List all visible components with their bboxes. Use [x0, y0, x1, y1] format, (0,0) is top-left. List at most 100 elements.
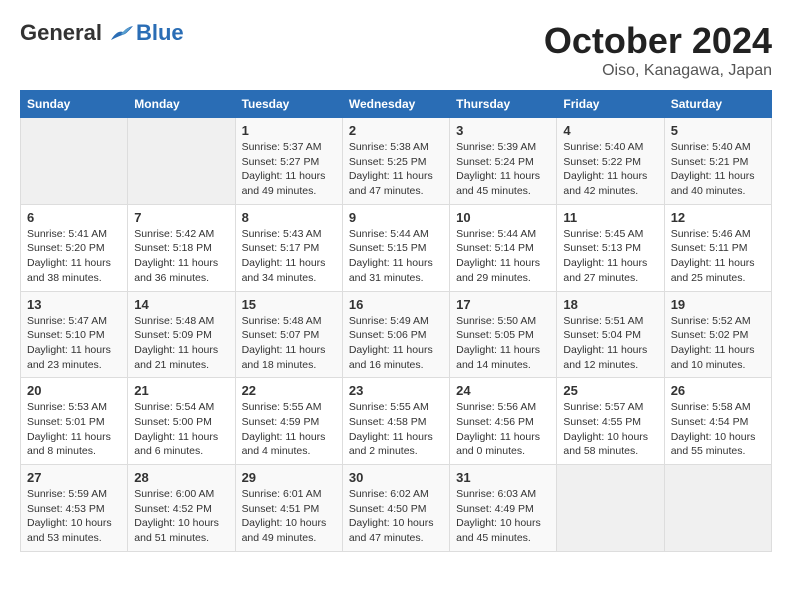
day-info: Sunrise: 5:48 AM Sunset: 5:09 PM Dayligh…	[134, 314, 228, 373]
day-info: Sunrise: 5:37 AM Sunset: 5:27 PM Dayligh…	[242, 140, 336, 199]
sunset-text: Sunset: 5:24 PM	[456, 155, 550, 170]
sunrise-text: Sunrise: 5:41 AM	[27, 227, 121, 242]
sunset-text: Sunset: 4:49 PM	[456, 502, 550, 517]
logo-text: General Blue	[20, 20, 184, 46]
day-number: 23	[349, 383, 443, 398]
calendar-cell: 9 Sunrise: 5:44 AM Sunset: 5:15 PM Dayli…	[342, 204, 449, 291]
calendar-cell: 29 Sunrise: 6:01 AM Sunset: 4:51 PM Dayl…	[235, 465, 342, 552]
daylight-text: Daylight: 11 hours and 10 minutes.	[671, 343, 765, 372]
sunrise-text: Sunrise: 6:00 AM	[134, 487, 228, 502]
logo: General Blue	[20, 20, 184, 46]
day-number: 4	[563, 123, 657, 138]
sunrise-text: Sunrise: 5:38 AM	[349, 140, 443, 155]
sunrise-text: Sunrise: 5:40 AM	[563, 140, 657, 155]
calendar-cell: 2 Sunrise: 5:38 AM Sunset: 5:25 PM Dayli…	[342, 118, 449, 205]
calendar-cell: 27 Sunrise: 5:59 AM Sunset: 4:53 PM Dayl…	[21, 465, 128, 552]
sunrise-text: Sunrise: 5:39 AM	[456, 140, 550, 155]
day-of-week-header: Tuesday	[235, 91, 342, 118]
sunset-text: Sunset: 5:00 PM	[134, 415, 228, 430]
day-number: 31	[456, 470, 550, 485]
day-info: Sunrise: 6:00 AM Sunset: 4:52 PM Dayligh…	[134, 487, 228, 546]
day-info: Sunrise: 5:55 AM Sunset: 4:59 PM Dayligh…	[242, 400, 336, 459]
daylight-text: Daylight: 11 hours and 42 minutes.	[563, 169, 657, 198]
daylight-text: Daylight: 11 hours and 14 minutes.	[456, 343, 550, 372]
calendar-cell: 19 Sunrise: 5:52 AM Sunset: 5:02 PM Dayl…	[664, 291, 771, 378]
day-info: Sunrise: 5:52 AM Sunset: 5:02 PM Dayligh…	[671, 314, 765, 373]
day-info: Sunrise: 5:43 AM Sunset: 5:17 PM Dayligh…	[242, 227, 336, 286]
sunset-text: Sunset: 5:25 PM	[349, 155, 443, 170]
sunset-text: Sunset: 5:07 PM	[242, 328, 336, 343]
day-number: 30	[349, 470, 443, 485]
calendar-cell: 12 Sunrise: 5:46 AM Sunset: 5:11 PM Dayl…	[664, 204, 771, 291]
calendar-cell	[21, 118, 128, 205]
day-info: Sunrise: 5:44 AM Sunset: 5:14 PM Dayligh…	[456, 227, 550, 286]
calendar-week-row: 20 Sunrise: 5:53 AM Sunset: 5:01 PM Dayl…	[21, 378, 772, 465]
day-number: 11	[563, 210, 657, 225]
day-info: Sunrise: 5:51 AM Sunset: 5:04 PM Dayligh…	[563, 314, 657, 373]
calendar-cell: 22 Sunrise: 5:55 AM Sunset: 4:59 PM Dayl…	[235, 378, 342, 465]
sunrise-text: Sunrise: 5:48 AM	[134, 314, 228, 329]
daylight-text: Daylight: 10 hours and 45 minutes.	[456, 516, 550, 545]
day-number: 26	[671, 383, 765, 398]
day-number: 3	[456, 123, 550, 138]
sunrise-text: Sunrise: 6:02 AM	[349, 487, 443, 502]
sunrise-text: Sunrise: 5:44 AM	[456, 227, 550, 242]
daylight-text: Daylight: 11 hours and 18 minutes.	[242, 343, 336, 372]
sunrise-text: Sunrise: 5:37 AM	[242, 140, 336, 155]
calendar-cell: 21 Sunrise: 5:54 AM Sunset: 5:00 PM Dayl…	[128, 378, 235, 465]
day-number: 29	[242, 470, 336, 485]
day-info: Sunrise: 5:39 AM Sunset: 5:24 PM Dayligh…	[456, 140, 550, 199]
day-number: 9	[349, 210, 443, 225]
sunset-text: Sunset: 4:58 PM	[349, 415, 443, 430]
sunset-text: Sunset: 5:11 PM	[671, 241, 765, 256]
daylight-text: Daylight: 11 hours and 16 minutes.	[349, 343, 443, 372]
day-info: Sunrise: 5:45 AM Sunset: 5:13 PM Dayligh…	[563, 227, 657, 286]
day-info: Sunrise: 5:48 AM Sunset: 5:07 PM Dayligh…	[242, 314, 336, 373]
sunrise-text: Sunrise: 5:58 AM	[671, 400, 765, 415]
day-info: Sunrise: 6:03 AM Sunset: 4:49 PM Dayligh…	[456, 487, 550, 546]
daylight-text: Daylight: 10 hours and 51 minutes.	[134, 516, 228, 545]
day-info: Sunrise: 5:55 AM Sunset: 4:58 PM Dayligh…	[349, 400, 443, 459]
day-number: 28	[134, 470, 228, 485]
calendar-cell: 31 Sunrise: 6:03 AM Sunset: 4:49 PM Dayl…	[450, 465, 557, 552]
day-info: Sunrise: 5:40 AM Sunset: 5:22 PM Dayligh…	[563, 140, 657, 199]
sunrise-text: Sunrise: 5:55 AM	[349, 400, 443, 415]
calendar-cell: 25 Sunrise: 5:57 AM Sunset: 4:55 PM Dayl…	[557, 378, 664, 465]
sunset-text: Sunset: 5:10 PM	[27, 328, 121, 343]
sunrise-text: Sunrise: 5:52 AM	[671, 314, 765, 329]
sunrise-text: Sunrise: 5:53 AM	[27, 400, 121, 415]
sunrise-text: Sunrise: 5:51 AM	[563, 314, 657, 329]
daylight-text: Daylight: 11 hours and 47 minutes.	[349, 169, 443, 198]
day-of-week-header: Saturday	[664, 91, 771, 118]
sunset-text: Sunset: 4:56 PM	[456, 415, 550, 430]
sunrise-text: Sunrise: 5:47 AM	[27, 314, 121, 329]
daylight-text: Daylight: 11 hours and 40 minutes.	[671, 169, 765, 198]
day-number: 22	[242, 383, 336, 398]
day-number: 19	[671, 297, 765, 312]
daylight-text: Daylight: 11 hours and 25 minutes.	[671, 256, 765, 285]
day-number: 25	[563, 383, 657, 398]
sunset-text: Sunset: 5:27 PM	[242, 155, 336, 170]
calendar-week-row: 27 Sunrise: 5:59 AM Sunset: 4:53 PM Dayl…	[21, 465, 772, 552]
day-info: Sunrise: 5:42 AM Sunset: 5:18 PM Dayligh…	[134, 227, 228, 286]
day-number: 7	[134, 210, 228, 225]
calendar-cell: 16 Sunrise: 5:49 AM Sunset: 5:06 PM Dayl…	[342, 291, 449, 378]
day-number: 5	[671, 123, 765, 138]
sunrise-text: Sunrise: 5:42 AM	[134, 227, 228, 242]
sunset-text: Sunset: 5:01 PM	[27, 415, 121, 430]
day-info: Sunrise: 5:49 AM Sunset: 5:06 PM Dayligh…	[349, 314, 443, 373]
sunset-text: Sunset: 5:17 PM	[242, 241, 336, 256]
daylight-text: Daylight: 11 hours and 21 minutes.	[134, 343, 228, 372]
day-info: Sunrise: 5:41 AM Sunset: 5:20 PM Dayligh…	[27, 227, 121, 286]
calendar-cell: 17 Sunrise: 5:50 AM Sunset: 5:05 PM Dayl…	[450, 291, 557, 378]
day-info: Sunrise: 5:40 AM Sunset: 5:21 PM Dayligh…	[671, 140, 765, 199]
sunrise-text: Sunrise: 5:46 AM	[671, 227, 765, 242]
calendar-title: October 2024	[544, 20, 772, 62]
sunset-text: Sunset: 5:04 PM	[563, 328, 657, 343]
sunrise-text: Sunrise: 5:45 AM	[563, 227, 657, 242]
sunset-text: Sunset: 5:21 PM	[671, 155, 765, 170]
daylight-text: Daylight: 11 hours and 2 minutes.	[349, 430, 443, 459]
daylight-text: Daylight: 11 hours and 8 minutes.	[27, 430, 121, 459]
calendar-cell: 15 Sunrise: 5:48 AM Sunset: 5:07 PM Dayl…	[235, 291, 342, 378]
sunset-text: Sunset: 5:14 PM	[456, 241, 550, 256]
